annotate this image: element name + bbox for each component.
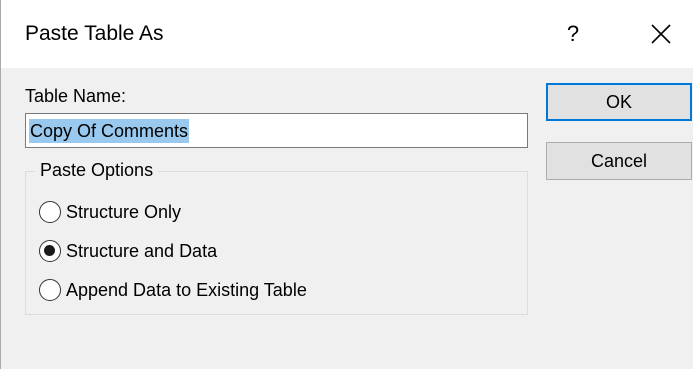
paste-table-dialog: Paste Table As ? Table Name: Copy Of Com… xyxy=(0,0,693,369)
option-label: Structure and Data xyxy=(66,240,218,261)
title-bar: Paste Table As ? xyxy=(1,0,693,68)
option-structure-only[interactable]: Structure Only xyxy=(39,201,181,223)
close-icon xyxy=(651,24,671,44)
help-button[interactable]: ? xyxy=(549,8,597,60)
table-name-input[interactable]: Copy Of Comments xyxy=(25,113,528,148)
radio-append-data[interactable] xyxy=(39,279,61,301)
close-button[interactable] xyxy=(637,8,685,60)
option-label: Structure Only xyxy=(66,201,182,222)
ok-button[interactable]: OK xyxy=(546,83,692,121)
table-name-label: Table Name: xyxy=(25,86,127,106)
radio-structure-only[interactable] xyxy=(39,201,61,223)
option-structure-and-data[interactable]: Structure and Data xyxy=(39,240,217,262)
radio-structure-and-data[interactable] xyxy=(39,240,61,262)
option-append-data[interactable]: Append Data to Existing Table xyxy=(39,279,307,301)
cancel-button[interactable]: Cancel xyxy=(546,142,692,180)
option-label: Append Data to Existing Table xyxy=(66,279,307,300)
paste-options-legend: Paste Options xyxy=(35,160,159,181)
dialog-title: Paste Table As xyxy=(25,22,164,45)
table-name-value: Copy Of Comments xyxy=(29,118,190,143)
